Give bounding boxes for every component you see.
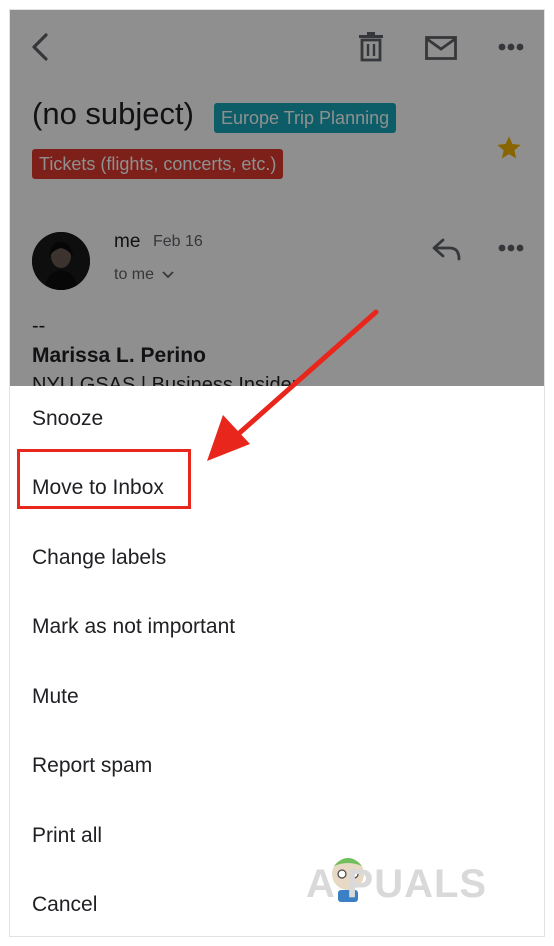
phone-screen: (no subject) Europe Trip Planning Ticket… (10, 10, 544, 936)
annotation-arrow (207, 309, 379, 461)
watermark: A PUALS (306, 862, 488, 906)
